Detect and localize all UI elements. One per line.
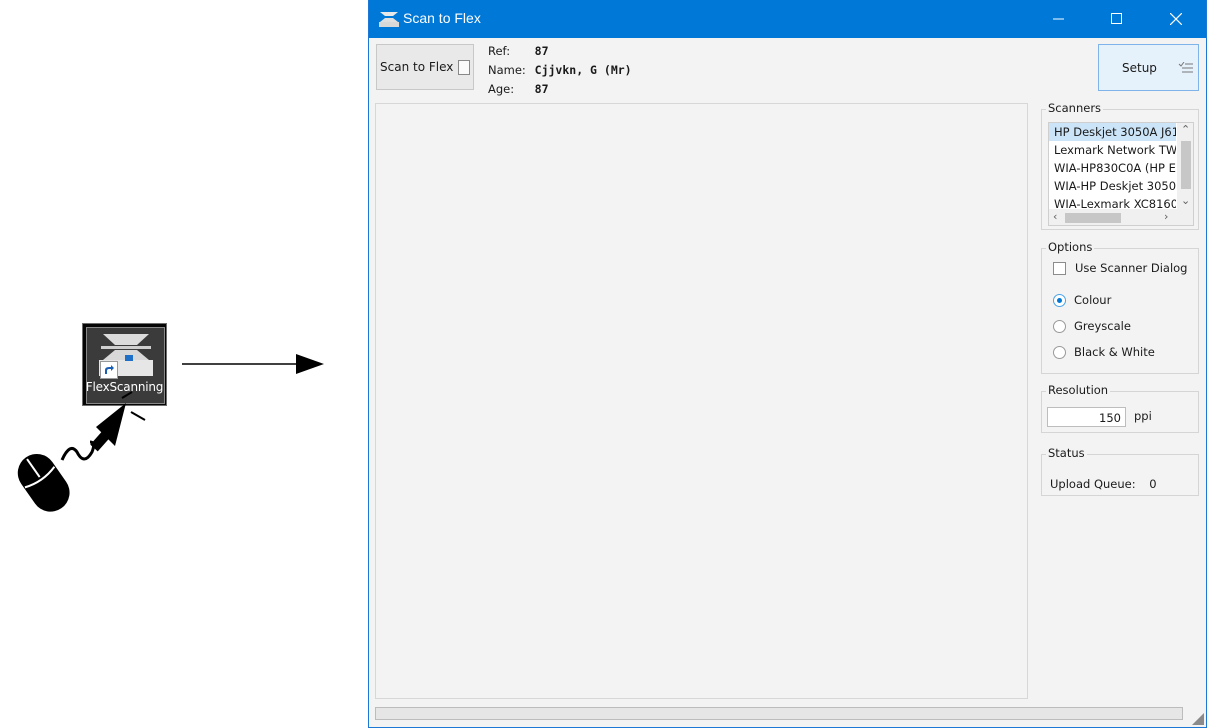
radio-button[interactable] xyxy=(1053,319,1066,333)
scanner-icon xyxy=(379,12,399,27)
document-icon xyxy=(458,59,471,75)
chevron-up-icon[interactable]: ⌃ xyxy=(1181,124,1190,136)
status-caption: Status xyxy=(1046,446,1087,460)
scan-to-flex-button[interactable]: Scan to Flex xyxy=(376,44,474,90)
title-bar[interactable]: Scan to Flex xyxy=(369,0,1206,38)
name-value: Cjjvkn, G (Mr) xyxy=(534,63,632,77)
patient-info: Ref: 87 Name: Cjjvkn, G (Mr) Age: 87 xyxy=(488,42,632,99)
shortcut-arrow-icon xyxy=(100,361,118,379)
setup-button-label: Setup xyxy=(1122,61,1157,75)
upload-progress-bar xyxy=(375,707,1183,720)
resolution-input[interactable]: 150 xyxy=(1047,407,1126,427)
horizontal-scrollbar[interactable]: ‹ › xyxy=(1049,209,1193,225)
black-white-label: Black & White xyxy=(1074,345,1155,359)
scanner-item[interactable]: WIA-HP830C0A (HP ENVY) xyxy=(1049,159,1176,177)
close-button[interactable] xyxy=(1147,0,1205,38)
maximize-icon xyxy=(1111,13,1122,24)
upload-queue: Upload Queue: 0 xyxy=(1050,477,1157,491)
radio-button[interactable] xyxy=(1053,293,1066,307)
vertical-scrollbar[interactable]: ⌃ ⌄ xyxy=(1177,123,1193,209)
checkbox-box[interactable] xyxy=(1053,261,1066,275)
close-icon xyxy=(1170,13,1182,25)
name-label: Name: xyxy=(488,63,526,77)
ref-label: Ref: xyxy=(488,44,511,58)
scanner-item[interactable]: Lexmark Network TWAIN Scan xyxy=(1049,141,1176,159)
arrow-right-icon xyxy=(182,354,324,374)
resolution-unit: ppi xyxy=(1134,409,1152,423)
vertical-scroll-thumb[interactable] xyxy=(1181,141,1191,189)
options-group: Options Use Scanner Dialog Colour Greysc… xyxy=(1041,240,1199,374)
scanner-icon xyxy=(99,334,153,376)
horizontal-scroll-thumb[interactable] xyxy=(1065,213,1121,223)
resolution-group: Resolution 150 ppi xyxy=(1041,383,1199,433)
greyscale-radio[interactable]: Greyscale xyxy=(1053,319,1131,333)
resize-grip-icon[interactable] xyxy=(1192,713,1204,725)
scan-to-flex-button-label: Scan to Flex xyxy=(380,60,454,74)
options-caption: Options xyxy=(1046,240,1095,254)
colour-radio[interactable]: Colour xyxy=(1053,293,1111,307)
scanners-caption: Scanners xyxy=(1046,101,1104,115)
window-title: Scan to Flex xyxy=(403,10,481,26)
chevron-down-icon[interactable]: ⌄ xyxy=(1181,195,1190,207)
minimize-icon xyxy=(1053,18,1064,20)
scan-to-flex-window: Scan to Flex Scan to Flex Ref: 87 Name: … xyxy=(368,0,1207,728)
scanner-item[interactable]: HP Deskjet 3050A J611 series xyxy=(1049,123,1176,141)
greyscale-label: Greyscale xyxy=(1074,319,1131,333)
minimize-button[interactable] xyxy=(1030,0,1088,38)
maximize-button[interactable] xyxy=(1088,0,1146,38)
mouse-click-illustration xyxy=(17,391,146,512)
black-white-radio[interactable]: Black & White xyxy=(1053,345,1155,359)
chevron-right-icon[interactable]: › xyxy=(1164,211,1168,223)
scanners-group: Scanners HP Deskjet 3050A J611 series Le… xyxy=(1041,101,1199,230)
age-label: Age: xyxy=(488,82,515,96)
scanner-list[interactable]: HP Deskjet 3050A J611 series Lexmark Net… xyxy=(1048,122,1194,226)
upload-queue-label: Upload Queue: xyxy=(1050,477,1136,491)
ref-value: 87 xyxy=(534,44,549,58)
setup-button[interactable]: Setup xyxy=(1098,44,1199,91)
use-scanner-dialog-checkbox[interactable]: Use Scanner Dialog xyxy=(1053,261,1187,275)
status-group: Status Upload Queue: 0 xyxy=(1041,446,1199,496)
scanner-item[interactable]: WIA-HP Deskjet 3050A J611 xyxy=(1049,177,1176,195)
scan-preview-area xyxy=(375,103,1028,699)
resolution-caption: Resolution xyxy=(1046,383,1111,397)
colour-label: Colour xyxy=(1074,293,1112,307)
age-value: 87 xyxy=(534,82,549,96)
chevron-left-icon[interactable]: ‹ xyxy=(1053,211,1057,223)
use-scanner-dialog-label: Use Scanner Dialog xyxy=(1075,261,1188,275)
upload-queue-value: 0 xyxy=(1149,477,1157,491)
settings-list-icon xyxy=(1178,62,1193,73)
radio-button[interactable] xyxy=(1053,345,1066,359)
